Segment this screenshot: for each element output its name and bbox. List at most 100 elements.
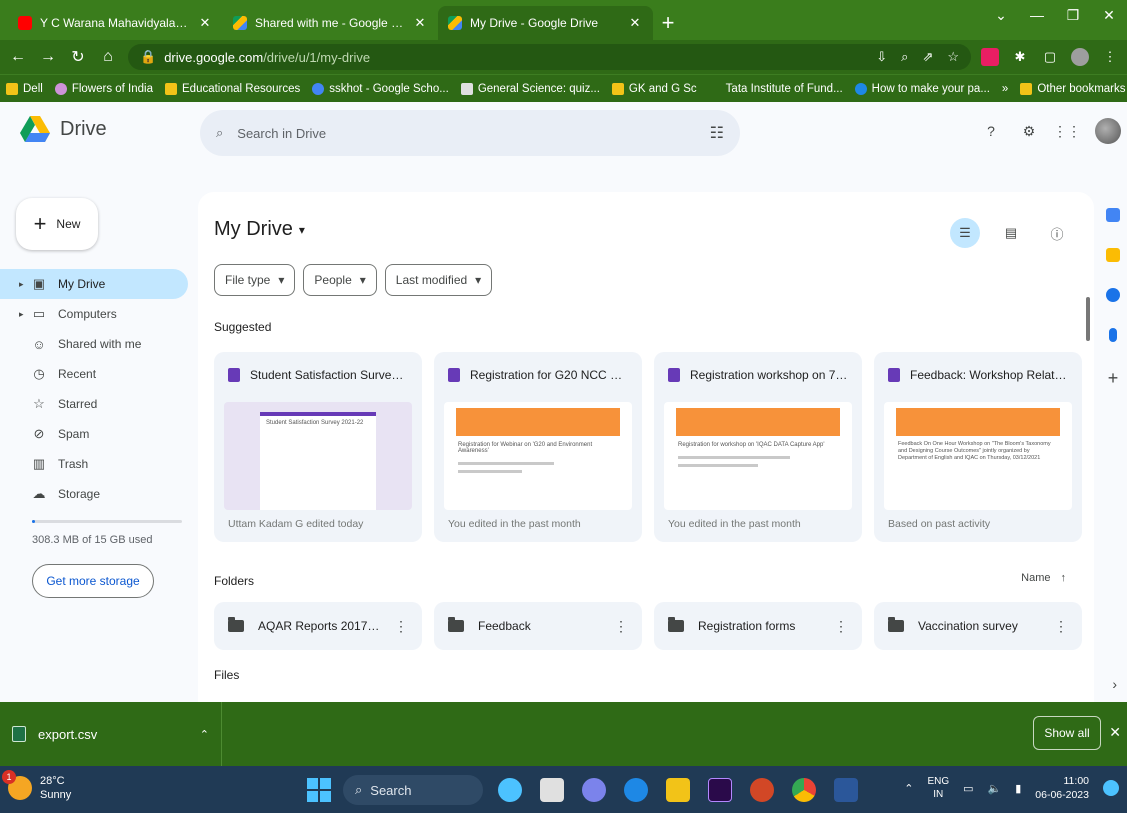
filter-people[interactable]: People ▾ — [303, 264, 377, 296]
more-options-icon[interactable]: ⋮ — [394, 618, 408, 635]
sidebar-item-trash[interactable]: ▥ Trash — [0, 449, 188, 479]
sidebar-item-shared-with-me[interactable]: ☺ Shared with me — [0, 329, 188, 359]
back-icon[interactable]: ← — [8, 48, 28, 66]
tab-shared-with-me[interactable]: Shared with me - Google Drive ✕ — [223, 6, 438, 40]
reload-icon[interactable]: ↻ — [68, 47, 88, 67]
sidebar-item-computers[interactable]: ▸ ▭ Computers — [0, 299, 188, 329]
bookmark-scholar[interactable]: sskhot - Google Scho... — [312, 82, 449, 95]
tab-search-icon[interactable]: ⌄ — [983, 0, 1019, 30]
premiere-icon[interactable] — [708, 778, 732, 802]
close-tab-icon[interactable]: ✕ — [627, 15, 643, 31]
extension-icon[interactable] — [981, 48, 999, 66]
bookmark-gk[interactable]: GK and G Sc — [611, 82, 697, 95]
tab-my-drive[interactable]: My Drive - Google Drive ✕ — [438, 6, 653, 40]
sidebar-item-spam[interactable]: ⊘ Spam — [0, 419, 188, 449]
folder-item[interactable]: Vaccination survey ⋮ — [874, 602, 1082, 650]
account-avatar[interactable] — [1095, 118, 1121, 144]
search-input[interactable]: ⌕ Search in Drive ☷ — [200, 110, 740, 156]
suggested-card[interactable]: Feedback: Workshop Related ... Feedback … — [874, 352, 1082, 542]
language-indicator[interactable]: ENG IN — [927, 775, 949, 801]
sidebar-item-starred[interactable]: ☆ Starred — [0, 389, 188, 419]
expand-caret-icon[interactable]: ▸ — [19, 309, 24, 320]
home-icon[interactable]: ⌂ — [98, 48, 118, 66]
minimize-icon[interactable]: — — [1019, 0, 1055, 30]
tab-iqac[interactable]: Y C Warana Mahavidyalaya IQAC - Y ✕ — [8, 6, 223, 40]
filter-file-type[interactable]: File type ▾ — [214, 264, 296, 296]
close-download-bar-icon[interactable]: ✕ — [1109, 724, 1121, 741]
sidebar-item-recent[interactable]: ◷ Recent — [0, 359, 188, 389]
bookmark-tata[interactable]: Tata Institute of Fund... — [708, 82, 843, 95]
keep-icon[interactable] — [1106, 248, 1120, 262]
scrollbar[interactable] — [1086, 297, 1090, 341]
filter-last-modified[interactable]: Last modified ▾ — [384, 264, 493, 296]
start-button[interactable] — [307, 778, 331, 802]
sort-arrow-up-icon[interactable]: ↑ — [1061, 572, 1067, 584]
new-tab-icon[interactable]: + — [653, 6, 683, 40]
edge-icon[interactable] — [624, 778, 648, 802]
profile-avatar[interactable] — [1071, 48, 1089, 66]
page-title[interactable]: My Drive ▾ — [214, 218, 305, 241]
sort-by-name[interactable]: Name ↑ — [1021, 572, 1066, 584]
zoom-icon[interactable]: ⌕ — [901, 49, 908, 65]
download-item[interactable]: export.csv ⌃ — [0, 702, 222, 766]
powerpoint-icon[interactable] — [750, 778, 774, 802]
suggested-card[interactable]: Student Satisfaction Survey (... Student… — [214, 352, 422, 542]
network-icon[interactable]: ▭ — [963, 782, 973, 795]
chrome-icon[interactable] — [792, 778, 816, 802]
expand-caret-icon[interactable]: ▸ — [19, 279, 24, 290]
contacts-icon[interactable] — [1109, 328, 1117, 342]
sidebar-item-my-drive[interactable]: ▸ ▣ My Drive — [0, 269, 188, 299]
bookmark-dell[interactable]: Dell — [6, 82, 43, 95]
menu-icon[interactable]: ⋮ — [1101, 48, 1119, 66]
show-all-button[interactable]: Show all — [1033, 716, 1101, 750]
sidepanel-icon[interactable]: ▢ — [1041, 48, 1059, 66]
add-addon-icon[interactable]: + — [1108, 368, 1119, 389]
chat-icon[interactable] — [582, 778, 606, 802]
close-window-icon[interactable]: ✕ — [1091, 0, 1127, 30]
drive-logo[interactable]: Drive — [20, 116, 107, 142]
bookmark-how-to[interactable]: How to make your pa... — [854, 82, 990, 95]
help-icon[interactable]: ? — [981, 121, 1001, 141]
collapse-panel-icon[interactable]: › — [1112, 676, 1117, 692]
search-icon[interactable]: ⌕ — [216, 125, 223, 141]
more-options-icon[interactable]: ⋮ — [614, 618, 628, 635]
calendar-icon[interactable] — [1106, 208, 1120, 222]
task-view-icon[interactable] — [540, 778, 564, 802]
suggested-card[interactable]: Registration for G20 NCC Wo... Registrat… — [434, 352, 642, 542]
close-tab-icon[interactable]: ✕ — [197, 15, 213, 31]
restore-icon[interactable]: ❐ — [1055, 0, 1091, 30]
more-options-icon[interactable]: ⋮ — [1054, 618, 1068, 635]
folder-item[interactable]: AQAR Reports 2017-2020 ⋮ — [214, 602, 422, 650]
copilot-icon[interactable] — [498, 778, 522, 802]
share-icon[interactable]: ⇗ — [922, 49, 933, 65]
clock[interactable]: 11:00 06-06-2023 — [1035, 774, 1089, 802]
bookmark-other[interactable]: Other bookmarks — [1020, 82, 1126, 95]
forward-icon[interactable]: → — [38, 48, 58, 66]
chevron-up-icon[interactable]: ⌃ — [200, 728, 209, 741]
volume-icon[interactable]: 🔈 — [988, 782, 1002, 795]
folder-item[interactable]: Feedback ⋮ — [434, 602, 642, 650]
tasks-icon[interactable] — [1106, 288, 1120, 302]
address-bar[interactable]: 🔒 drive.google.com/drive/u/1/my-drive ⇩ … — [128, 44, 971, 70]
puzzle-icon[interactable]: ✱ — [1011, 48, 1029, 66]
bookmark-flowers[interactable]: Flowers of India — [54, 82, 153, 95]
bookmark-star-icon[interactable]: ☆ — [947, 49, 959, 65]
close-tab-icon[interactable]: ✕ — [412, 15, 428, 31]
grid-view-icon[interactable]: ▤ — [996, 218, 1026, 248]
get-more-storage-button[interactable]: Get more storage — [32, 564, 154, 598]
info-icon[interactable]: ⓘ — [1042, 218, 1072, 248]
new-button[interactable]: + New — [16, 198, 98, 250]
bookmark-educational[interactable]: Educational Resources — [165, 82, 300, 95]
list-view-icon[interactable]: ☰ — [950, 218, 980, 248]
weather-widget[interactable]: 1 28°C Sunny — [2, 770, 71, 802]
more-options-icon[interactable]: ⋮ — [834, 618, 848, 635]
taskbar-search[interactable]: ⌕ Search — [343, 775, 483, 805]
word-icon[interactable] — [834, 778, 858, 802]
bookmarks-overflow[interactable]: » — [1002, 83, 1008, 95]
bookmark-general-science[interactable]: General Science: quiz... — [460, 82, 600, 95]
suggested-card[interactable]: Registration workshop on 7.0... Registra… — [654, 352, 862, 542]
settings-gear-icon[interactable]: ⚙ — [1019, 121, 1039, 141]
file-explorer-icon[interactable] — [666, 778, 690, 802]
sidebar-item-storage[interactable]: ☁ Storage — [0, 479, 188, 509]
install-app-icon[interactable]: ⇩ — [876, 49, 887, 65]
